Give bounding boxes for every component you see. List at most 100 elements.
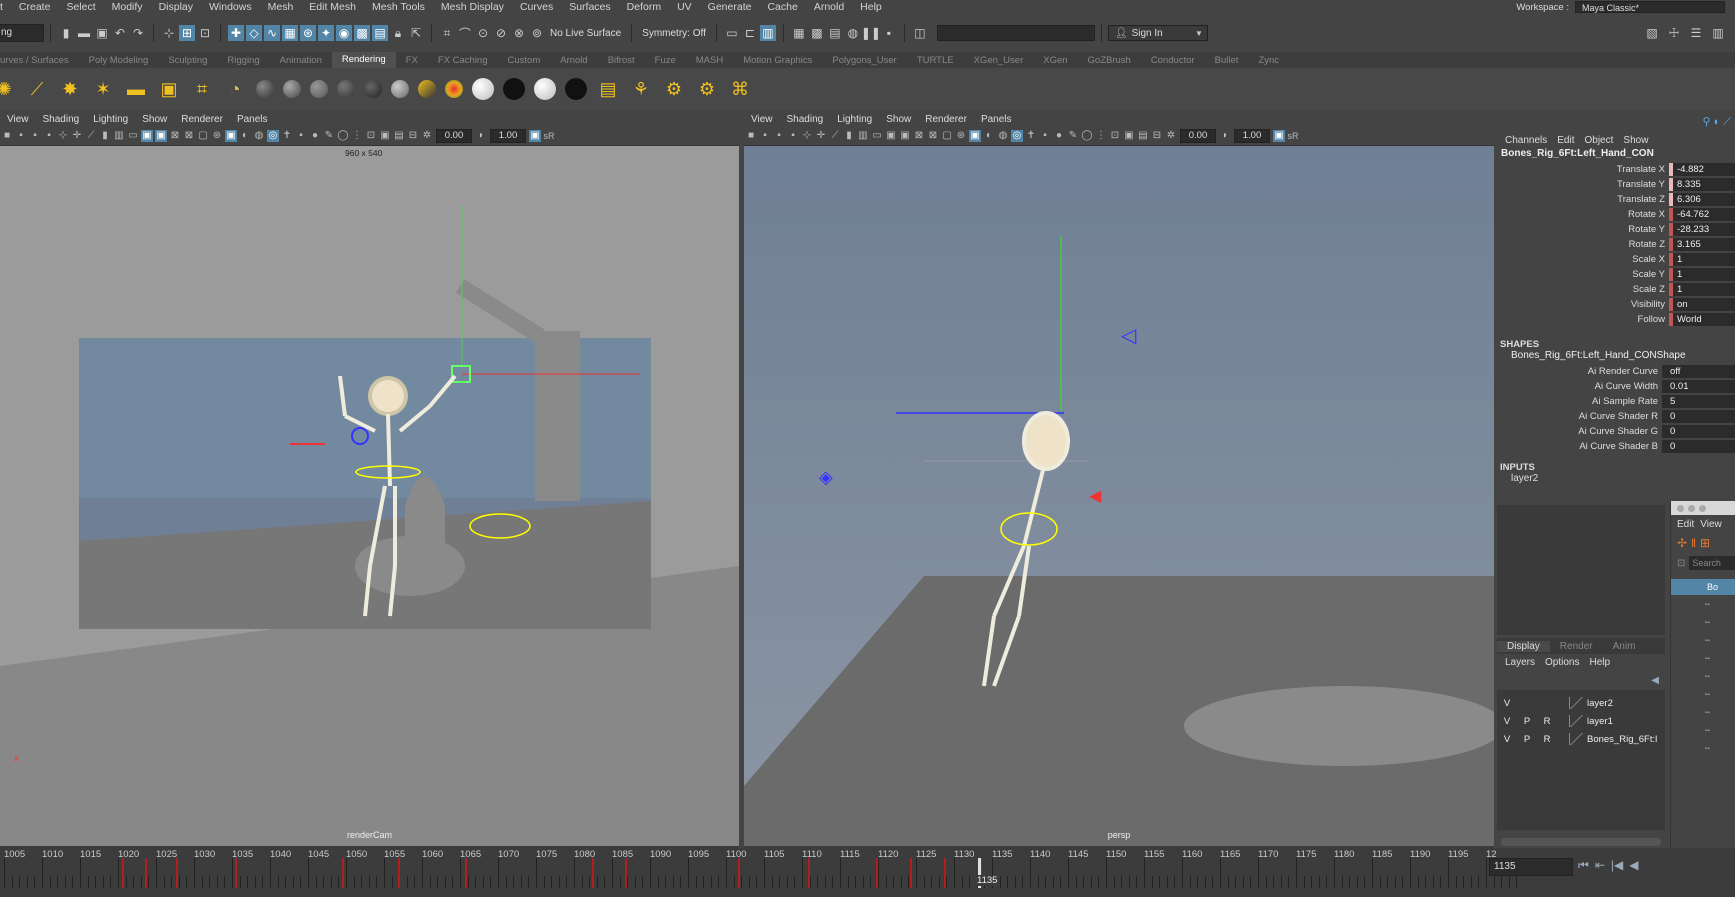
viewport-right[interactable]: View Shading Lighting Show Renderer Pane… bbox=[744, 112, 1494, 848]
shape-attr-value[interactable]: 0 bbox=[1662, 410, 1735, 423]
vp-left-menu-view[interactable]: View bbox=[0, 114, 36, 125]
material-ball-dark-icon[interactable] bbox=[256, 80, 274, 98]
color-shader-icon[interactable] bbox=[445, 80, 463, 98]
lock-icon[interactable]: 🔒︎ bbox=[390, 25, 406, 41]
white-shader-2-icon[interactable] bbox=[534, 78, 556, 100]
step-back-frame-icon[interactable]: |◀ bbox=[1611, 858, 1623, 873]
outliner-row[interactable]: ╍ bbox=[1671, 649, 1735, 667]
menu-surfaces[interactable]: Surfaces bbox=[561, 1, 618, 13]
layer-toggle-r[interactable]: R bbox=[1537, 716, 1557, 727]
keyframe-marker[interactable] bbox=[910, 858, 912, 888]
layer-tab-anim[interactable]: Anim bbox=[1603, 641, 1646, 652]
menu-t[interactable]: t bbox=[0, 1, 11, 13]
outliner-filter-icon[interactable]: ✢ bbox=[1677, 536, 1687, 550]
layer-toggle-v[interactable]: V bbox=[1497, 716, 1517, 727]
black-shader-2-icon[interactable] bbox=[565, 78, 587, 100]
keyframe-marker[interactable] bbox=[876, 858, 878, 888]
arnold-render-icon[interactable]: ▪ bbox=[881, 25, 897, 41]
outliner-sort-icon[interactable]: ‖ bbox=[1691, 536, 1696, 550]
render-layer-icon[interactable]: ⚙︎ bbox=[695, 77, 719, 101]
render-setup-icon[interactable]: ⌘ bbox=[728, 77, 752, 101]
shelf-tab-rendering[interactable]: Rendering bbox=[331, 52, 396, 68]
modeling-toolkit-icon[interactable]: ▧ bbox=[1644, 25, 1660, 41]
keyframe-marker[interactable] bbox=[944, 858, 946, 888]
shelf-tab-sculpting[interactable]: Sculpting bbox=[158, 55, 217, 66]
shelf-tab-motion-graphics[interactable]: Motion Graphics bbox=[733, 55, 822, 66]
menu-cache[interactable]: Cache bbox=[759, 1, 805, 13]
layer-toggle-p[interactable]: P bbox=[1517, 734, 1537, 745]
menu-select[interactable]: Select bbox=[58, 1, 103, 13]
snap-point-icon[interactable]: ⊙ bbox=[475, 25, 491, 41]
shelf-tab-xgen-user[interactable]: XGen_User bbox=[964, 55, 1034, 66]
menu-create[interactable]: Create bbox=[11, 1, 59, 13]
window-zoom-icon[interactable] bbox=[1699, 504, 1706, 512]
grid-icon[interactable]: ▥ bbox=[113, 130, 125, 142]
cb-input-name[interactable]: layer2 bbox=[1497, 473, 1735, 487]
gamma-field[interactable]: 1.00 bbox=[1234, 128, 1270, 143]
mask-surfaces-icon[interactable]: ▦ bbox=[282, 25, 298, 41]
hypershade-shelf-icon[interactable]: ⚘ bbox=[629, 77, 653, 101]
shelf-tab-xgen[interactable]: XGen bbox=[1033, 55, 1077, 66]
shelf-tab-urves-surfaces[interactable]: urves / Surfaces bbox=[0, 55, 79, 66]
material-ball-grey-icon[interactable] bbox=[283, 80, 301, 98]
menu-help[interactable]: Help bbox=[852, 1, 890, 13]
cb-menu-show[interactable]: Show bbox=[1623, 135, 1648, 146]
shelf-tab-bifrost[interactable]: Bifrost bbox=[598, 55, 645, 66]
symmetry-dropdown[interactable]: Symmetry: Off bbox=[642, 28, 706, 39]
material-ball-glass-icon[interactable] bbox=[391, 80, 409, 98]
outliner-row[interactable]: ╍ bbox=[1671, 631, 1735, 649]
shelf-tab-zync[interactable]: Zync bbox=[1248, 55, 1289, 66]
area-light-icon[interactable]: ▬ bbox=[124, 77, 148, 101]
keyframe-marker[interactable] bbox=[465, 858, 467, 888]
vp-right-menu-show[interactable]: Show bbox=[879, 114, 918, 125]
current-frame-field[interactable]: 1135 bbox=[1489, 858, 1573, 876]
select-object-icon[interactable]: ⊞ bbox=[179, 25, 195, 41]
vp-right-menu-view[interactable]: View bbox=[744, 114, 780, 125]
directional-light-icon[interactable]: ⟋ bbox=[25, 77, 49, 101]
cb-menu-object[interactable]: Object bbox=[1585, 135, 1614, 146]
shelf-tab-gozbrush[interactable]: GoZBrush bbox=[1078, 55, 1141, 66]
mask-dynamics-icon[interactable]: ✦ bbox=[318, 25, 334, 41]
channel-value[interactable]: World bbox=[1669, 313, 1735, 326]
channel-row[interactable]: Follow World bbox=[1497, 312, 1735, 327]
cb-menu-channels[interactable]: Channels bbox=[1505, 135, 1547, 146]
mask-handles-icon[interactable]: ✚ bbox=[228, 25, 244, 41]
shelf-tab-conductor[interactable]: Conductor bbox=[1141, 55, 1205, 66]
outliner-row[interactable]: ╍ bbox=[1671, 667, 1735, 685]
vp-right-menu-shading[interactable]: Shading bbox=[780, 114, 831, 125]
shelf-tab-bullet[interactable]: Bullet bbox=[1205, 55, 1249, 66]
spot-light-icon[interactable]: ✶ bbox=[91, 77, 115, 101]
redo-icon[interactable]: ↷ bbox=[130, 25, 146, 41]
shelf-tab-rigging[interactable]: Rigging bbox=[217, 55, 269, 66]
shelf-tab-fx[interactable]: FX bbox=[396, 55, 428, 66]
new-scene-icon[interactable]: ▮ bbox=[58, 25, 74, 41]
shape-attr-row[interactable]: Ai Render Curve off bbox=[1497, 364, 1735, 379]
menu-display[interactable]: Display bbox=[151, 1, 201, 13]
layer-color-swatch[interactable] bbox=[1569, 715, 1583, 727]
vp-left-menu-lighting[interactable]: Lighting bbox=[86, 114, 135, 125]
menu-modify[interactable]: Modify bbox=[104, 1, 151, 13]
channel-row[interactable]: Rotate Y -28.233 bbox=[1497, 222, 1735, 237]
time-slider-track[interactable]: 1005 1010 1015 1020 1025 1030 1035 1040 1045 1050… bbox=[0, 848, 1518, 897]
layer-toggle-p[interactable]: P bbox=[1517, 716, 1537, 727]
outliner-row[interactable]: ╍ bbox=[1671, 703, 1735, 721]
layer-tab-display[interactable]: Display bbox=[1497, 640, 1550, 652]
menu-mesh-tools[interactable]: Mesh Tools bbox=[364, 1, 433, 13]
channel-value[interactable]: 3.165 bbox=[1669, 238, 1735, 251]
channel-value[interactable]: -4.882 bbox=[1669, 163, 1735, 176]
menu-mesh[interactable]: Mesh bbox=[260, 1, 302, 13]
shape-attr-row[interactable]: Ai Curve Shader G 0 bbox=[1497, 424, 1735, 439]
shelf-tab-fuze[interactable]: Fuze bbox=[645, 55, 686, 66]
channel-row[interactable]: Scale Z 1 bbox=[1497, 282, 1735, 297]
shelf-tab-mash[interactable]: MASH bbox=[686, 55, 733, 66]
layer-toggle-v[interactable]: V bbox=[1497, 734, 1517, 745]
shelf-tab-fx-caching[interactable]: FX Caching bbox=[428, 55, 498, 66]
render-frame-icon[interactable]: ▦ bbox=[791, 25, 807, 41]
shape-attr-value[interactable]: 5 bbox=[1662, 395, 1735, 408]
material-ball-dim-icon[interactable] bbox=[337, 80, 355, 98]
shape-attr-row[interactable]: Ai Curve Shader R 0 bbox=[1497, 409, 1735, 424]
menu-mesh-display[interactable]: Mesh Display bbox=[433, 1, 512, 13]
go-to-start-icon[interactable]: ⏮ bbox=[1578, 858, 1589, 873]
outliner-row[interactable]: ╍ bbox=[1671, 739, 1735, 757]
shelf-tab-custom[interactable]: Custom bbox=[498, 55, 551, 66]
